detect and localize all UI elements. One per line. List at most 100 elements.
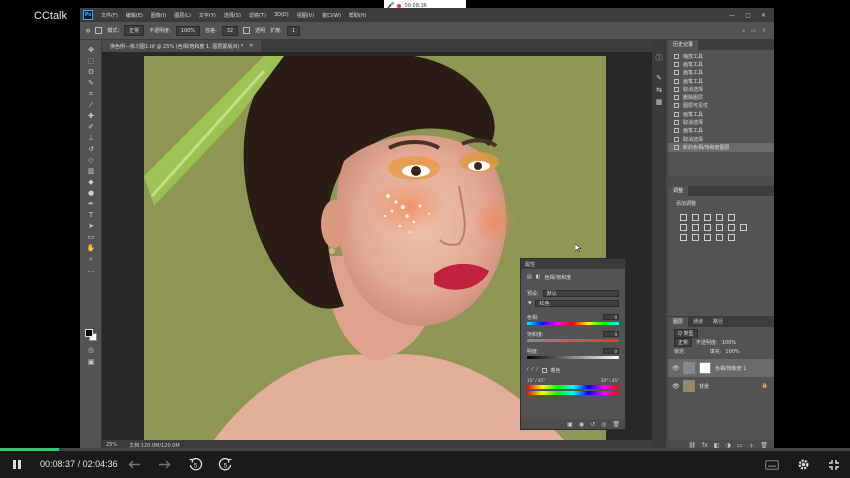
menu-image[interactable]: 图像(I)	[147, 12, 170, 19]
hue-slider[interactable]	[527, 322, 619, 325]
curves-icon[interactable]	[704, 214, 711, 221]
history-item[interactable]: 图层可见性	[668, 102, 774, 110]
share-icon[interactable]: ⇪	[762, 28, 766, 34]
properties-header[interactable]: 属性	[521, 259, 625, 269]
colorize-checkbox[interactable]	[541, 367, 547, 373]
shape-tool-icon[interactable]: ▭	[86, 233, 96, 242]
document-tab[interactable]: 换色例—练习图1.tif @ 25% (色相/饱和度 1, 图层蒙版/8) * …	[102, 40, 262, 52]
brush-settings-icon[interactable]: ✎	[655, 74, 663, 82]
tab-history[interactable]: 历史记录	[668, 40, 699, 50]
layer-row[interactable]: 👁 色相/饱和度 1	[668, 359, 774, 377]
layer-row[interactable]: 👁 背景 🔒	[668, 377, 774, 395]
menu-filter[interactable]: 滤镜(T)	[245, 12, 270, 19]
next-button[interactable]	[156, 451, 172, 478]
healing-tool-icon[interactable]: ✚	[86, 112, 96, 121]
clip-icon[interactable]: ▣	[567, 421, 573, 428]
threshold-icon[interactable]	[704, 234, 711, 241]
marquee-tool-icon[interactable]: ⬚	[86, 57, 96, 66]
color-lookup-icon[interactable]	[740, 224, 747, 231]
close-icon[interactable]: ✕	[761, 12, 766, 19]
bucket-tool-icon[interactable]: ◍	[86, 28, 90, 34]
history-item[interactable]: 画笔工具	[668, 69, 774, 77]
delete-icon[interactable]: 🗑	[612, 421, 620, 428]
selective-color-icon[interactable]	[728, 234, 735, 241]
menu-edit[interactable]: 编辑(E)	[122, 12, 147, 19]
menu-view[interactable]: 视图(V)	[293, 12, 318, 19]
previous-button[interactable]	[126, 451, 142, 478]
tool-preset-icon[interactable]	[95, 27, 103, 34]
hand-adjust-icon[interactable]: ☚	[527, 300, 531, 306]
menu-window[interactable]: 窗口(W)	[318, 12, 345, 19]
settings-button[interactable]	[795, 451, 811, 478]
tolerance-field[interactable]: 32	[221, 25, 239, 36]
color-range-bar-bottom[interactable]	[527, 391, 619, 395]
hue-saturation-icon[interactable]	[680, 224, 687, 231]
pause-button[interactable]	[10, 451, 24, 478]
foreground-color-swatch[interactable]	[85, 329, 93, 337]
eraser-tool-icon[interactable]: ◇	[86, 156, 96, 165]
visibility-icon[interactable]: ◎	[601, 421, 606, 428]
tab-adjustments[interactable]: 调整	[668, 186, 689, 196]
eye-icon[interactable]: 👁	[672, 383, 680, 390]
path-select-tool-icon[interactable]: ➤	[86, 222, 96, 231]
history-item[interactable]: 画笔工具	[668, 110, 774, 118]
layer-opacity-value[interactable]: 100%	[722, 340, 736, 346]
invert-icon[interactable]	[680, 234, 687, 241]
exposure-icon[interactable]	[716, 214, 723, 221]
layer-mask-thumbnail[interactable]	[699, 362, 711, 374]
opacity-field[interactable]: 100%	[175, 25, 201, 36]
minimize-icon[interactable]: —	[729, 12, 735, 19]
history-item[interactable]: 画笔工具	[668, 60, 774, 68]
transparent-checkbox[interactable]	[243, 27, 251, 34]
info-icon[interactable]: ⓘ	[655, 54, 663, 62]
pen-tool-icon[interactable]: ✒	[86, 200, 96, 209]
history-item-selected[interactable]: 新的色相/饱和度图层	[668, 143, 774, 152]
history-item[interactable]: 取消选择	[668, 85, 774, 93]
layer-kind-select[interactable]: Q 类型	[674, 329, 698, 338]
photo-filter-icon[interactable]	[716, 224, 723, 231]
hue-value-field[interactable]: 0	[603, 314, 619, 320]
history-item[interactable]: 缩放工具	[668, 52, 774, 60]
extend-field[interactable]: 1	[286, 25, 301, 36]
tab-close-icon[interactable]: ✕	[249, 43, 253, 49]
eyedropper-tool-icon[interactable]: ⁄	[86, 101, 96, 110]
history-item[interactable]: 画笔工具	[668, 77, 774, 85]
mask-icon[interactable]: ◧	[536, 274, 541, 280]
eyedropper-minus-icon[interactable]: ⁄	[537, 367, 538, 373]
history-panel-icon[interactable]: ⇆	[655, 86, 663, 94]
black-white-icon[interactable]	[704, 224, 711, 231]
reset-icon[interactable]: ↺	[590, 421, 595, 428]
rewind-5-button[interactable]: 5	[187, 451, 203, 478]
saturation-value-field[interactable]: 0	[603, 331, 619, 337]
brush-tool-icon[interactable]: ✐	[86, 123, 96, 132]
menu-3d[interactable]: 3D(D)	[270, 12, 293, 18]
menu-file[interactable]: 文件(F)	[97, 12, 122, 19]
quick-mask-icon[interactable]: ◎	[86, 346, 96, 355]
tab-channels[interactable]: 通道	[688, 317, 708, 327]
eyedropper-icon[interactable]: ⁄	[527, 367, 528, 373]
search-icon[interactable]: ⌕	[742, 28, 745, 34]
lasso-tool-icon[interactable]: ʘ	[86, 68, 96, 77]
menu-select[interactable]: 选择(S)	[220, 12, 245, 19]
tab-layers[interactable]: 图层	[668, 317, 689, 327]
levels-icon[interactable]	[692, 214, 699, 221]
mode-select[interactable]: 正常	[124, 25, 145, 36]
more-tools-icon[interactable]: …	[86, 266, 96, 275]
color-balance-icon[interactable]	[692, 224, 699, 231]
eyedropper-plus-icon[interactable]: ⁄	[532, 367, 533, 373]
dodge-tool-icon[interactable]: ●	[86, 189, 96, 198]
move-tool-icon[interactable]: ✥	[86, 46, 96, 55]
screen-mode-icon[interactable]: ▣	[86, 358, 96, 367]
fill-value[interactable]: 100%	[725, 349, 739, 355]
history-item[interactable]: 画笔工具	[668, 127, 774, 135]
zoom-tool-icon[interactable]: ⌕	[86, 255, 96, 264]
posterize-icon[interactable]	[692, 234, 699, 241]
menu-help[interactable]: 帮助(H)	[345, 12, 371, 19]
fullscreen-button[interactable]	[826, 451, 842, 478]
workspace-icon[interactable]: ▭	[751, 28, 756, 34]
preset-select[interactable]: 默认	[542, 289, 619, 297]
brightness-contrast-icon[interactable]	[680, 214, 687, 221]
crop-tool-icon[interactable]: ⌗	[86, 90, 96, 99]
vibrance-icon[interactable]	[728, 214, 735, 221]
history-item[interactable]: 删除图层	[668, 93, 774, 101]
